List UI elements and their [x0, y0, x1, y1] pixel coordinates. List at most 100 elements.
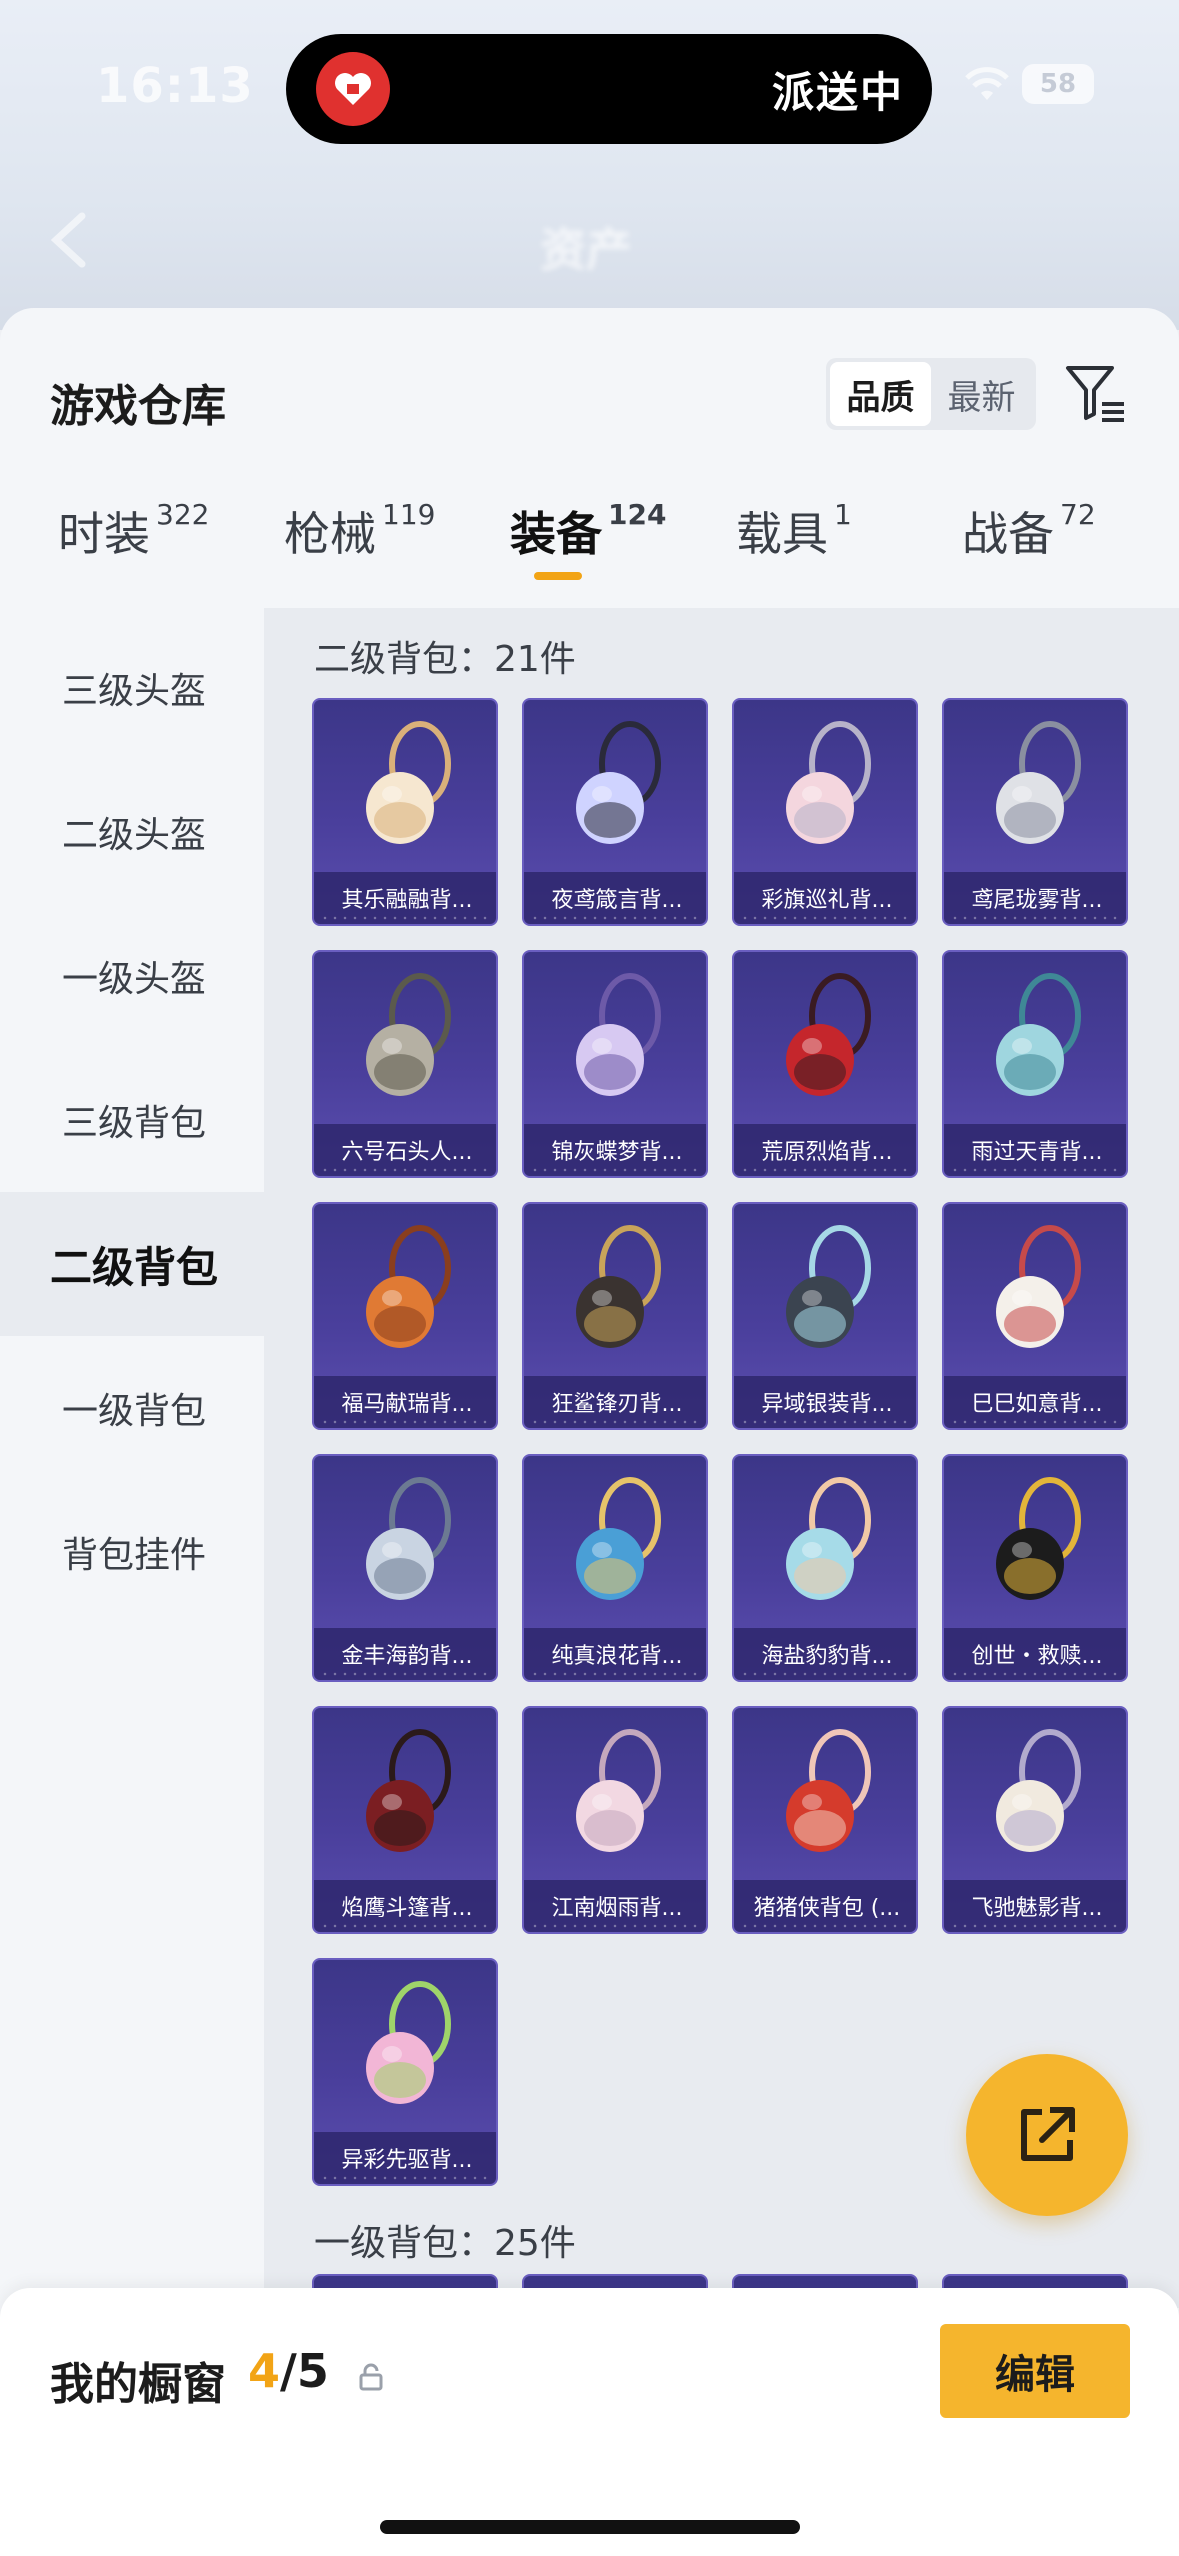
card-decoration — [320, 1672, 490, 1676]
tab-guns[interactable]: 枪械 119 — [284, 498, 435, 564]
tab-count: 124 — [608, 498, 667, 531]
item-card[interactable]: 荒原烈焰背... — [732, 950, 918, 1178]
item-card[interactable]: 异彩先驱背... — [312, 1958, 498, 2186]
sidebar-item-level2-helmet[interactable]: 二级头盔 — [0, 760, 264, 904]
backpack-image — [314, 1708, 496, 1880]
item-card[interactable]: 江南烟雨背... — [522, 1706, 708, 1934]
item-card[interactable]: 巳巳如意背... — [942, 1202, 1128, 1430]
sidebar-item-level3-helmet[interactable]: 三级头盔 — [0, 616, 264, 760]
backpack-image — [734, 700, 916, 872]
group-title: 二级背包：21件 — [314, 639, 576, 680]
card-decoration — [950, 1168, 1120, 1172]
island-status-text: 派送中 — [771, 67, 904, 117]
item-card[interactable]: 六号石头人... — [312, 950, 498, 1178]
backpack-image — [944, 952, 1126, 1124]
category-tabs: 时装 322 枪械 119 装备 124 载具 1 战备 72 — [0, 498, 1179, 608]
card-decoration — [320, 1420, 490, 1424]
card-decoration — [320, 1924, 490, 1928]
tab-vehicles[interactable]: 载具 1 — [736, 498, 852, 564]
tab-label: 枪械 — [284, 507, 376, 561]
card-decoration — [320, 2176, 490, 2180]
tab-label: 战备 — [962, 507, 1054, 561]
item-card[interactable]: 夜鸢箴言背... — [522, 698, 708, 926]
item-card[interactable]: 福马献瑞背... — [312, 1202, 498, 1430]
card-decoration — [740, 1672, 910, 1676]
backpack-image — [314, 700, 496, 872]
warehouse-sheet: 游戏仓库 品质 最新 时装 322 枪械 119 装备 124 载具 1 战备 72 三级… — [0, 308, 1179, 2556]
tab-label: 装备 — [510, 507, 602, 561]
share-fab[interactable] — [966, 2054, 1128, 2216]
showcase-current: 4 — [248, 2344, 281, 2398]
backpack-image — [734, 1708, 916, 1880]
filter-icon[interactable] — [1062, 360, 1130, 428]
sort-quality-button[interactable]: 品质 — [830, 362, 931, 426]
card-decoration — [320, 916, 490, 920]
back-icon[interactable] — [44, 210, 94, 270]
active-tab-underline — [534, 572, 582, 580]
card-decoration — [950, 1420, 1120, 1424]
item-card[interactable]: 其乐融融背... — [312, 698, 498, 926]
page-title: 资产 — [540, 223, 632, 277]
card-decoration — [950, 916, 1120, 920]
group-title: 一级背包：25件 — [314, 2223, 576, 2264]
backpack-image — [944, 1204, 1126, 1376]
item-card[interactable]: 纯真浪花背... — [522, 1454, 708, 1682]
item-card[interactable]: 飞驰魅影背... — [942, 1706, 1128, 1934]
item-card[interactable]: 猪猪侠背包 (... — [732, 1706, 918, 1934]
backpack-image — [524, 1708, 706, 1880]
item-card[interactable]: 雨过天青背... — [942, 950, 1128, 1178]
showcase-count: 4/5 — [248, 2344, 329, 2398]
item-card[interactable]: 金丰海韵背... — [312, 1454, 498, 1682]
status-time: 16:13 — [96, 58, 254, 114]
backpack-image — [314, 1204, 496, 1376]
backpack-image — [524, 952, 706, 1124]
item-card[interactable]: 海盐豹豹背... — [732, 1454, 918, 1682]
sort-toggle: 品质 最新 — [826, 358, 1036, 430]
card-decoration — [530, 1672, 700, 1676]
item-card[interactable]: 狂鲨锋刃背... — [522, 1202, 708, 1430]
card-decoration — [740, 916, 910, 920]
card-decoration — [530, 1924, 700, 1928]
tab-supplies[interactable]: 战备 72 — [962, 498, 1096, 564]
backpack-image — [524, 700, 706, 872]
dynamic-island[interactable]: 派送中 — [286, 34, 932, 144]
backpack-image — [734, 1456, 916, 1628]
backpack-image — [524, 1204, 706, 1376]
card-decoration — [740, 1168, 910, 1172]
tab-equipment[interactable]: 装备 124 — [510, 498, 667, 580]
tab-fashion[interactable]: 时装 322 — [58, 498, 209, 564]
wifi-icon — [965, 67, 1009, 100]
edit-button[interactable]: 编辑 — [940, 2324, 1130, 2418]
tab-label: 载具 — [736, 507, 828, 561]
card-decoration — [320, 1168, 490, 1172]
sort-newest-button[interactable]: 最新 — [931, 362, 1032, 426]
external-link-icon — [1021, 2107, 1075, 2161]
tab-label: 时装 — [58, 507, 150, 561]
item-card[interactable]: 锦灰蝶梦背... — [522, 950, 708, 1178]
item-card[interactable]: 创世・救赎... — [942, 1454, 1128, 1682]
sidebar-item-backpack-charm[interactable]: 背包挂件 — [0, 1480, 264, 1624]
card-decoration — [950, 1924, 1120, 1928]
showcase-bar: 我的橱窗 4/5 编辑 — [0, 2288, 1179, 2556]
sidebar-item-level1-backpack[interactable]: 一级背包 — [0, 1336, 264, 1480]
tab-count: 1 — [834, 498, 852, 531]
delivery-app-icon — [316, 52, 390, 126]
item-card[interactable]: 异域银装背... — [732, 1202, 918, 1430]
sidebar-item-level1-helmet[interactable]: 一级头盔 — [0, 904, 264, 1048]
card-decoration — [740, 1924, 910, 1928]
item-card[interactable]: 彩旗巡礼背... — [732, 698, 918, 926]
sidebar-item-level3-backpack[interactable]: 三级背包 — [0, 1048, 264, 1192]
backpack-image — [944, 1708, 1126, 1880]
sidebar-item-level2-backpack[interactable]: 二级背包 — [0, 1192, 264, 1336]
backpack-image — [944, 1456, 1126, 1628]
item-card[interactable]: 焰鹰斗篷背... — [312, 1706, 498, 1934]
tab-count: 322 — [156, 498, 210, 531]
backpack-image — [524, 1456, 706, 1628]
showcase-label: 我的橱窗 — [50, 2359, 226, 2410]
item-card[interactable]: 鸢尾珑雾背... — [942, 698, 1128, 926]
item-grid-panel: 二级背包：21件 其乐融融背... 夜鸢箴言背... 彩旗巡礼背... 鸢尾珑雾背..… — [264, 608, 1179, 2308]
backpack-image — [734, 952, 916, 1124]
home-indicator — [380, 2520, 800, 2534]
card-decoration — [740, 1420, 910, 1424]
showcase-total: /5 — [280, 2344, 329, 2398]
